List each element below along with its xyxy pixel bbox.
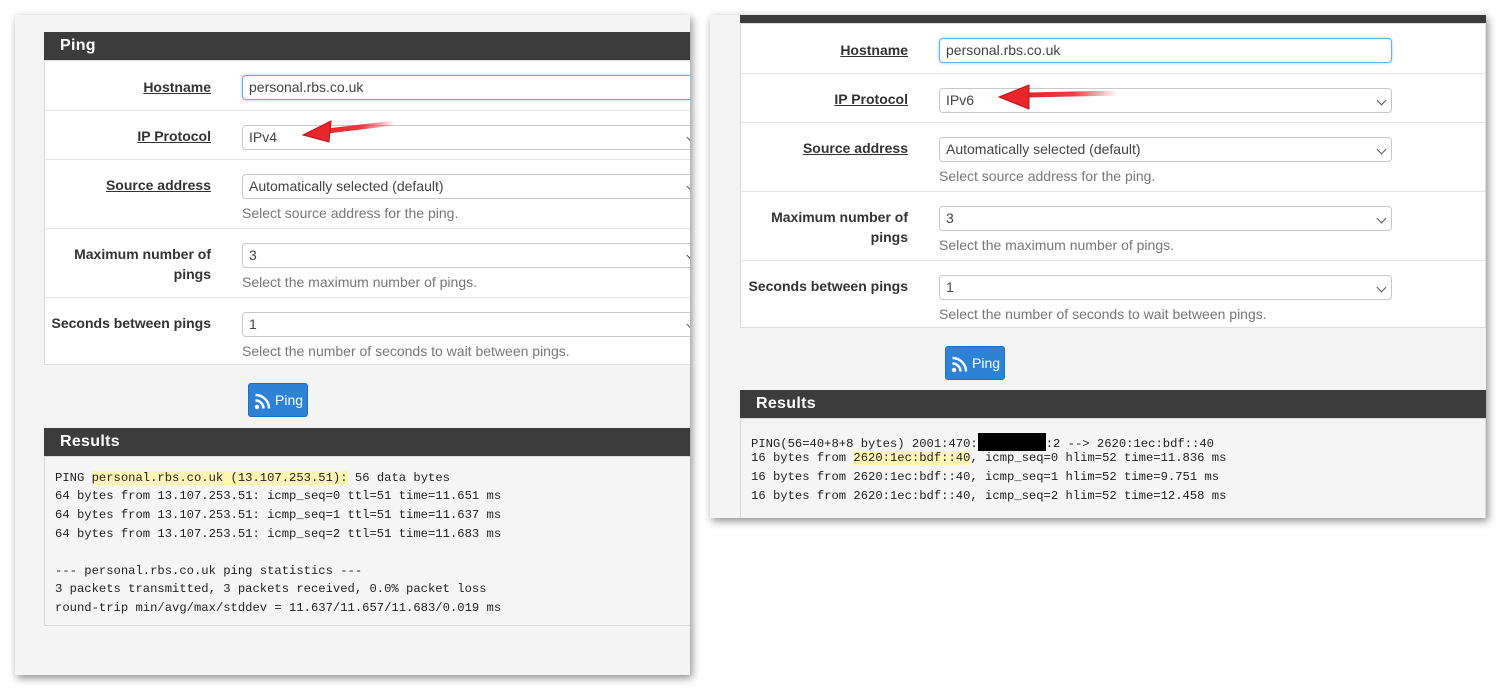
chevron-down-icon [686,181,690,192]
ip-protocol-value: IPv4 [249,129,278,145]
result-line: 3 packets transmitted, 3 packets receive… [55,582,487,596]
chevron-down-icon [1376,95,1387,106]
ping-button[interactable]: Ping [945,346,1005,380]
max-pings-select[interactable]: 3 [939,206,1392,231]
seconds-between-row: Seconds between pings 1 Select the numbe… [45,298,690,366]
ip-protocol-select[interactable]: IPv6 [939,88,1392,113]
rss-icon [951,356,968,373]
ping-panel-title: Ping [60,37,96,54]
ip-protocol-label: IP Protocol [834,91,908,107]
result-line: 64 bytes from 13.107.253.51: icmp_seq=1 … [55,508,502,522]
max-pings-help: Select the maximum number of pings. [242,274,477,290]
max-pings-value: 3 [249,247,257,263]
result-line: PING personal.rbs.co.uk (13.107.253.51):… [55,471,450,485]
results-panel-title: Results [756,395,816,412]
source-address-value: Automatically selected (default) [249,178,444,194]
ip-protocol-select[interactable]: IPv4 [242,125,690,150]
ping-button-label: Ping [275,392,304,408]
ping-form: Hostname personal.rbs.co.uk IP Protocol … [740,23,1486,328]
results-panel-header: Results [740,390,1486,418]
hostname-row: Hostname personal.rbs.co.uk [741,24,1485,74]
redacted-block [977,433,1046,451]
ip-protocol-label: IP Protocol [137,128,211,144]
max-pings-label: Maximum number of pings [74,246,211,282]
result-line: 64 bytes from 13.107.253.51: icmp_seq=2 … [55,527,502,541]
rss-icon [254,393,271,410]
max-pings-label: Maximum number of pings [771,209,908,245]
ping-form: Hostname personal.rbs.co.uk IP Protocol … [44,60,690,365]
hostname-value: personal.rbs.co.uk [249,79,364,95]
hostname-value: personal.rbs.co.uk [946,42,1061,58]
hostname-input[interactable]: personal.rbs.co.uk [939,38,1392,63]
ip-protocol-row: IP Protocol IPv6 [741,74,1485,123]
max-pings-row: Maximum number of pings 3 Select the max… [741,192,1485,261]
source-address-row: Source address Automatically selected (d… [741,123,1485,192]
max-pings-select[interactable]: 3 [242,243,690,268]
right-screenshot: Hostname personal.rbs.co.uk IP Protocol … [710,15,1486,518]
results-panel-title: Results [60,433,120,450]
hostname-label: Hostname [143,79,211,95]
results-panel-header: Results [44,428,690,456]
source-address-label: Source address [105,177,211,193]
max-pings-help: Select the maximum number of pings. [939,237,1174,253]
ping-button-label: Ping [972,355,1001,371]
seconds-between-select[interactable]: 1 [242,312,690,337]
chevron-down-icon [1376,144,1387,155]
seconds-between-label: Seconds between pings [51,315,211,331]
source-address-value: Automatically selected (default) [946,141,1141,157]
source-address-help: Select source address for the ping. [939,168,1156,184]
seconds-between-value: 1 [946,279,954,295]
ping-button[interactable]: Ping [248,383,308,417]
results-output: PING(56=40+8+8 bytes) 2001:470::2 --> 26… [740,418,1486,518]
seconds-between-value: 1 [249,316,257,332]
hostname-row: Hostname personal.rbs.co.uk [45,61,690,111]
ip-protocol-value: IPv6 [946,92,975,108]
seconds-between-select[interactable]: 1 [939,275,1392,300]
chevron-down-icon [686,319,690,330]
ping-panel-header [740,15,1486,23]
ping-panel-header: Ping [44,32,690,60]
ip-protocol-row: IP Protocol IPv4 [45,111,690,160]
chevron-down-icon [686,132,690,143]
result-line: --- personal.rbs.co.uk ping statistics -… [55,564,363,578]
left-screenshot: Ping Hostname personal.rbs.co.uk IP Prot… [15,15,690,675]
result-line: 64 bytes from 13.107.253.51: icmp_seq=0 … [55,489,502,503]
chevron-down-icon [686,250,690,261]
result-line: 16 bytes from 2620:1ec:bdf::40, icmp_seq… [751,451,1227,465]
hostname-label: Hostname [840,42,908,58]
result-line: PING(56=40+8+8 bytes) 2001:470::2 --> 26… [751,433,1214,451]
max-pings-value: 3 [946,210,954,226]
source-address-select[interactable]: Automatically selected (default) [939,137,1392,162]
result-line: 16 bytes from 2620:1ec:bdf::40, icmp_seq… [751,470,1220,484]
source-address-row: Source address Automatically selected (d… [45,160,690,229]
seconds-between-label: Seconds between pings [748,278,908,294]
chevron-down-icon [1376,282,1387,293]
result-line: round-trip min/avg/max/stddev = 11.637/1… [55,601,502,615]
results-output: PING personal.rbs.co.uk (13.107.253.51):… [44,456,690,626]
hostname-input[interactable]: personal.rbs.co.uk [242,75,690,100]
seconds-between-row: Seconds between pings 1 Select the numbe… [741,261,1485,329]
source-address-select[interactable]: Automatically selected (default) [242,174,690,199]
chevron-down-icon [1376,213,1387,224]
seconds-between-help: Select the number of seconds to wait bet… [242,343,570,359]
source-address-help: Select source address for the ping. [242,205,459,221]
source-address-label: Source address [802,140,908,156]
seconds-between-help: Select the number of seconds to wait bet… [939,306,1267,322]
result-line: 16 bytes from 2620:1ec:bdf::40, icmp_seq… [751,489,1227,503]
max-pings-row: Maximum number of pings 3 Select the max… [45,229,690,298]
